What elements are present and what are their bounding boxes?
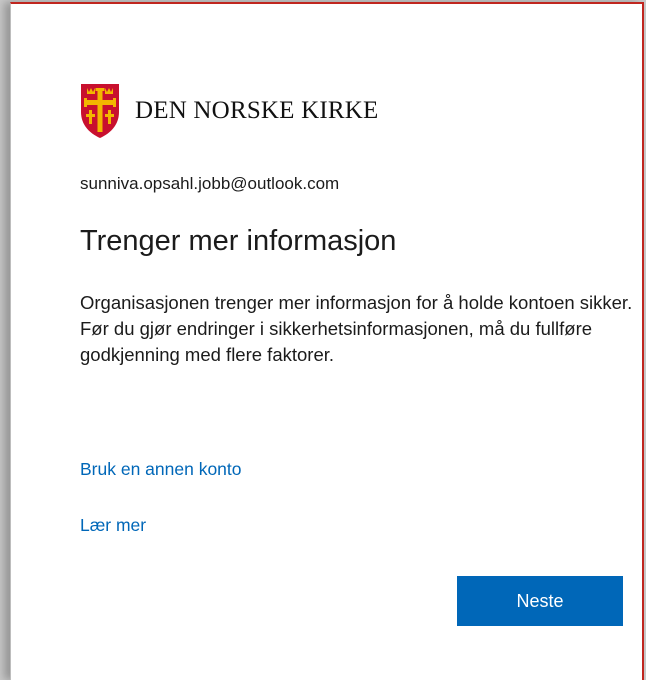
brand-name: DEN NORSKE KIRKE	[135, 97, 379, 124]
account-email: sunniva.opsahl.jobb@outlook.com	[80, 174, 340, 193]
next-button[interactable]: Neste	[457, 576, 623, 626]
window-frame: DEN NORSKE KIRKE sunniva.opsahl.jobb@out…	[0, 0, 646, 680]
page-title: Trenger mer informasjon	[80, 225, 397, 257]
info-description: Organisasjonen trenger mer informasjon f…	[80, 292, 633, 365]
use-other-account-link[interactable]: Bruk en annen konto	[80, 459, 242, 480]
brand-logo: DEN NORSKE KIRKE	[79, 81, 378, 141]
church-shield-cross-icon	[79, 82, 121, 140]
signin-card: DEN NORSKE KIRKE sunniva.opsahl.jobb@out…	[10, 2, 644, 680]
learn-more-link[interactable]: Lær mer	[80, 515, 146, 536]
